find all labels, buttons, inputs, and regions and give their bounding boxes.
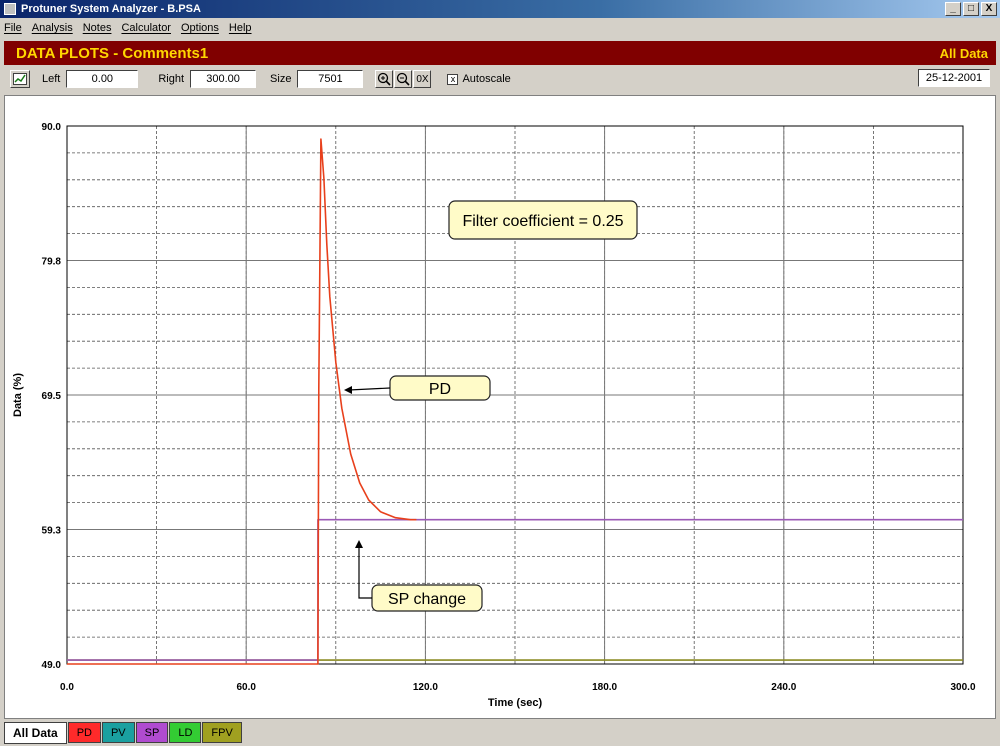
zoom-out-icon [397,72,411,86]
y-tick-label: 69.5 [42,391,62,402]
menu-analysis[interactable]: Analysis [32,22,73,34]
menu-bar: File Analysis Notes Calculator Options H… [0,18,1000,38]
x-axis-label: Time (sec) [488,697,543,709]
autoscale-label: Autoscale [462,73,511,85]
panel-header: DATA PLOTS - Comments1 All Data [4,41,996,65]
series-sp [67,518,963,661]
autoscale-checkbox[interactable]: x [447,73,459,85]
maximize-button[interactable]: □ [963,2,979,16]
x-tick-label: 0.0 [60,682,74,693]
toolbar: Left 0.00 Right 300.00 Size 7501 0X x Au… [4,66,996,92]
zoom-reset-button[interactable]: 0X [413,70,432,88]
series-pd [67,138,417,665]
menu-options[interactable]: Options [181,22,219,34]
menu-notes[interactable]: Notes [83,22,112,34]
app-icon [4,3,16,15]
pd-arrow-head [344,386,352,394]
right-label: Right [158,73,185,85]
title-bar: Protuner System Analyzer - B.PSA _ □ X [0,0,1000,18]
menu-help[interactable]: Help [229,22,252,34]
x-tick-label: 300.0 [950,682,975,693]
zoom-out-button[interactable] [394,70,413,88]
window-title: Protuner System Analyzer - B.PSA [21,3,201,15]
left-input[interactable]: 0.00 [66,70,139,88]
x-tick-label: 120.0 [413,682,438,693]
pd-arrow-line [348,387,391,391]
y-axis-label: Data (%) [12,373,24,417]
tab-ld[interactable]: LD [169,722,202,743]
panel-scope: All Data [939,45,988,61]
data-plot-chart[interactable]: 49.0 59.3 69.5 79.8 90.0 0.0 60.0 120.0 180.0 240… [5,96,995,718]
size-label: Size [270,73,292,85]
sp-change-callout-text: SP change [388,591,466,608]
zoom-in-icon [378,72,392,86]
tab-pd[interactable]: PD [67,722,101,743]
x-tick-label: 240.0 [771,682,796,693]
right-input[interactable]: 300.00 [190,70,257,88]
pd-callout-text: PD [429,381,451,398]
date-display: 25-12-2001 [918,69,990,87]
tab-sp[interactable]: SP [135,722,169,743]
series-tabs: All Data PD PV SP LD FPV [4,722,243,744]
y-tick-label: 79.8 [42,257,62,268]
sp-arrow-head [355,540,363,548]
chart-icon[interactable] [10,70,30,88]
x-tick-label: 60.0 [236,682,256,693]
menu-file[interactable]: File [4,22,22,34]
panel-title: DATA PLOTS - Comments1 [16,44,209,62]
size-input[interactable]: 7501 [297,70,364,88]
sp-arrow-line [358,546,372,599]
tab-fpv[interactable]: FPV [202,722,242,743]
x-tick-label: 180.0 [592,682,617,693]
menu-calculator[interactable]: Calculator [121,22,171,34]
minimize-button[interactable]: _ [945,2,961,16]
plot-panel: 49.0 59.3 69.5 79.8 90.0 0.0 60.0 120.0 180.0 240… [4,95,996,719]
tab-all-data[interactable]: All Data [4,722,67,744]
filter-coefficient-callout-text: Filter coefficient = 0.25 [462,213,623,230]
zoom-in-button[interactable] [375,70,394,88]
y-tick-label: 59.3 [42,526,62,537]
left-label: Left [42,73,61,85]
y-tick-label: 90.0 [42,122,62,133]
tab-pv[interactable]: PV [101,722,135,743]
y-tick-label: 49.0 [42,660,62,671]
close-button[interactable]: X [981,2,997,16]
